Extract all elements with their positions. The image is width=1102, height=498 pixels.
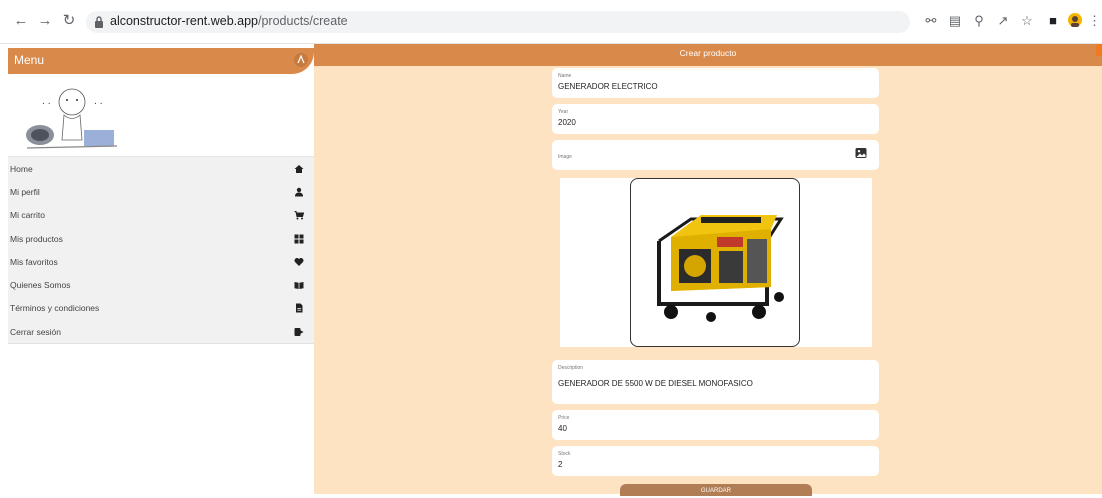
logo: . . . . (26, 88, 118, 149)
stock-value: 2 (558, 460, 563, 469)
main-content: Crear producto Name GENERADOR ELECTRICO … (314, 44, 1102, 496)
logout-icon (294, 327, 304, 337)
zoom-icon[interactable]: ⚲ (970, 12, 988, 30)
sidebar-item-label: Cerrar sesión (10, 326, 62, 337)
image-label: Image (558, 154, 572, 160)
page-title: Crear producto (679, 48, 737, 58)
sidebar-item-label: Mis productos (10, 233, 63, 244)
document-icon (294, 303, 304, 313)
menu-list: Home Mi perfil Mi carrito Mis productos … (8, 156, 314, 345)
url-domain: alconstructor-rent.web.app (110, 14, 258, 28)
grid-icon (294, 234, 304, 244)
image-upload-icon[interactable] (855, 147, 867, 159)
reload-icon[interactable]: ↻ (60, 12, 78, 30)
translate-icon[interactable]: ▤ (946, 12, 964, 30)
image-preview-panel (560, 178, 872, 347)
year-value: 2020 (558, 118, 576, 127)
user-icon (294, 187, 304, 197)
browser-menu-icon[interactable]: ⋮ (1088, 12, 1101, 30)
menu-toggle-icon[interactable] (292, 51, 310, 69)
save-button[interactable]: GUARDAR (620, 484, 812, 496)
side-panel-icon[interactable]: ■ (1044, 12, 1062, 30)
sidebar-item-label: Mis favoritos (10, 256, 58, 267)
sidebar-item-home[interactable]: Home (8, 157, 314, 180)
year-field[interactable]: Year 2020 (552, 104, 879, 134)
name-field[interactable]: Name GENERADOR ELECTRICO (552, 68, 879, 98)
sidebar-item-label: Mi carrito (10, 210, 45, 221)
heart-icon (294, 257, 304, 267)
back-icon[interactable]: ← (12, 12, 30, 30)
description-value: GENERADOR DE 5500 W DE DIESEL MONOFASICO (558, 379, 753, 388)
menu-header: Menu (8, 48, 314, 74)
lock-icon (95, 16, 103, 28)
sidebar-item-mi-perfil[interactable]: Mi perfil (8, 180, 314, 203)
year-label: Year (558, 109, 569, 115)
url-path: /products/create (258, 14, 348, 28)
corner-tab[interactable] (1096, 44, 1102, 56)
sidebar-item-label: Términos y condiciones (10, 303, 100, 314)
name-label: Name (558, 73, 572, 79)
generator-image (657, 215, 784, 322)
sidebar-item-mis-productos[interactable]: Mis productos (8, 227, 314, 250)
description-field[interactable]: Description GENERADOR DE 5500 W DE DIESE… (552, 360, 879, 404)
price-label: Price (558, 415, 570, 421)
sidebar-item-cerrar-sesion[interactable]: Cerrar sesión (8, 320, 314, 343)
cart-icon (294, 210, 304, 220)
price-field[interactable]: Price 40 (552, 410, 879, 440)
price-value: 40 (558, 424, 567, 433)
key-icon[interactable]: ⚯ (922, 12, 940, 30)
book-icon (294, 280, 304, 290)
sidebar-item-terminos[interactable]: Términos y condiciones (8, 297, 314, 320)
share-icon[interactable]: ↗ (994, 12, 1012, 30)
browser-toolbar: ← → ↻ alconstructor-rent.web.app/product… (0, 0, 1102, 44)
forward-icon[interactable]: → (36, 12, 54, 30)
sidebar-item-label: Quienes Somos (10, 280, 71, 291)
stock-field[interactable]: Stock 2 (552, 446, 879, 476)
url-text: alconstructor-rent.web.app/products/crea… (110, 14, 348, 28)
menu-title: Menu (14, 53, 45, 67)
page-header: Crear producto (314, 44, 1102, 66)
sidebar-item-label: Mi perfil (10, 186, 40, 197)
bookmark-star-icon[interactable]: ☆ (1018, 12, 1036, 30)
profile-avatar-icon[interactable] (1066, 12, 1084, 30)
app: Menu . . . . Home Mi perfil Mi carrito M… (0, 44, 1102, 496)
home-icon (294, 164, 304, 174)
image-field[interactable]: Image (552, 140, 879, 170)
sidebar-item-quienes-somos[interactable]: Quienes Somos (8, 273, 314, 296)
address-bar[interactable]: alconstructor-rent.web.app/products/crea… (86, 11, 910, 33)
sidebar-item-mi-carrito[interactable]: Mi carrito (8, 204, 314, 227)
name-value: GENERADOR ELECTRICO (558, 82, 658, 91)
svg-text:. .: . . (42, 97, 51, 107)
sidebar: Menu . . . . Home Mi perfil Mi carrito M… (8, 44, 314, 345)
sidebar-item-label: Home (10, 163, 33, 174)
description-label: Description (558, 365, 584, 371)
stock-label: Stock (558, 451, 571, 457)
product-image (630, 178, 800, 347)
sidebar-item-mis-favoritos[interactable]: Mis favoritos (8, 250, 314, 273)
svg-text:. .: . . (94, 97, 103, 107)
